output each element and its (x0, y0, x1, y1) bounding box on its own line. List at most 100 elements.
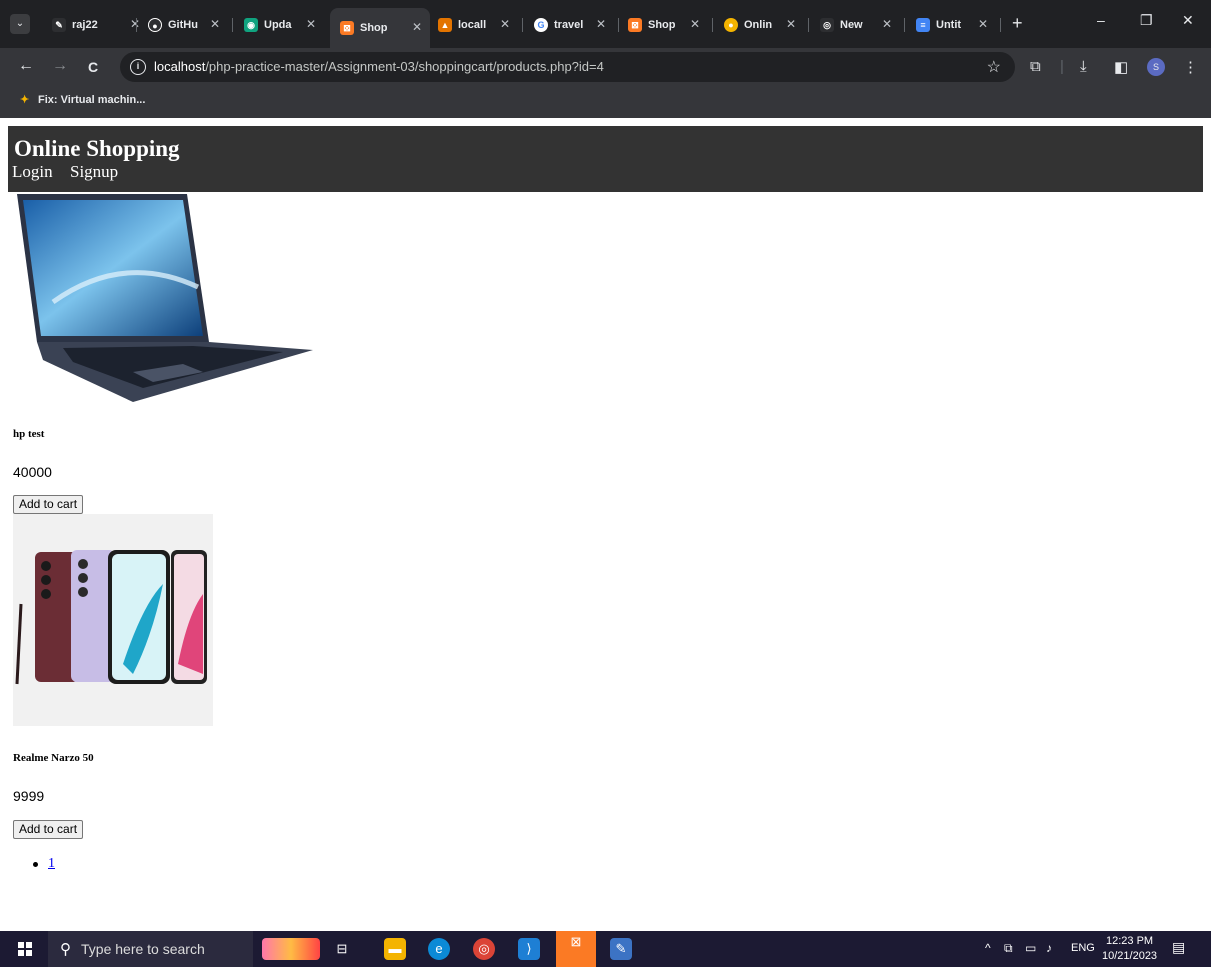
login-link[interactable]: Login (12, 162, 53, 182)
product-image-phones (13, 514, 213, 726)
bookmark-star-icon[interactable]: ☆ (987, 57, 1001, 77)
site-title: Online Shopping (14, 136, 180, 161)
back-icon[interactable]: ← (18, 57, 34, 75)
clock-date: 10/21/2023 (1102, 950, 1158, 962)
tray-chevron-icon[interactable]: ^ (985, 941, 991, 955)
tab-title: Shop (360, 22, 388, 34)
bookmarks-bar: ✦ Fix: Virtual machin... (0, 86, 1211, 118)
tab-close-icon[interactable]: ✕ (786, 17, 796, 31)
docs-favicon-icon: ≡ (916, 18, 930, 32)
tab-close-icon[interactable]: ✕ (690, 17, 700, 31)
menu-dots-icon[interactable]: ⋮ (1183, 58, 1198, 76)
forward-icon[interactable]: → (52, 57, 68, 75)
tab-close-icon[interactable]: ✕ (978, 17, 988, 31)
tab-github[interactable]: ● GitHu ✕ (148, 13, 220, 37)
tab-close-icon[interactable]: ✕ (596, 17, 606, 31)
restore-icon[interactable]: ❐ (1140, 12, 1153, 29)
online-favicon-icon: ● (724, 18, 738, 32)
search-highlight-icon[interactable] (262, 938, 320, 960)
bookmark-favicon-icon: ✦ (20, 94, 30, 106)
tab-close-icon[interactable]: ✕ (882, 17, 892, 31)
task-view-icon[interactable]: ⊟ (331, 938, 353, 960)
notification-icon[interactable]: ▤ (1172, 939, 1190, 957)
bookmark-label: Fix: Virtual machin... (38, 94, 146, 106)
tab-close-icon[interactable]: ✕ (210, 17, 220, 31)
tab-title: locall (458, 19, 487, 31)
minimize-icon[interactable]: – (1097, 12, 1105, 28)
chrome-favicon-icon: ◎ (820, 18, 834, 32)
chrome-icon[interactable]: ◎ (473, 938, 495, 960)
tab-title: GitHu (168, 19, 198, 31)
clock-time: 12:23 PM (1105, 935, 1154, 947)
tab-close-icon[interactable]: ✕ (412, 20, 422, 34)
product-price: 9999 (13, 788, 45, 804)
tab-title: Onlin (744, 19, 773, 31)
tab-untitled[interactable]: ≡ Untit ✕ (916, 13, 988, 37)
file-explorer-icon[interactable]: ▬ (384, 938, 406, 960)
bookmark-item[interactable]: ✦ Fix: Virtual machin... (20, 94, 145, 106)
tab-title: Untit (936, 19, 962, 31)
add-to-cart-button[interactable]: Add to cart (13, 820, 84, 839)
signup-link[interactable]: Signup (70, 162, 118, 182)
new-tab-button[interactable]: + (1012, 13, 1023, 34)
add-to-cart-button[interactable]: Add to cart (13, 495, 84, 514)
tab-title: Upda (264, 19, 292, 31)
network-icon[interactable]: ▭ (1025, 941, 1036, 955)
tab-title: travel (554, 19, 584, 31)
chatgpt-favicon-icon: ◉ (244, 18, 258, 32)
product-image-laptop (13, 192, 313, 402)
page-link-1[interactable]: 1 (48, 856, 55, 872)
google-favicon-icon: G (534, 18, 548, 32)
tab-title: raj22 (72, 19, 98, 31)
extensions-icon[interactable]: ⧉ (1030, 58, 1041, 75)
taskbar-clock[interactable]: 12:23 PM 10/21/2023 (1102, 934, 1157, 964)
windows-start-icon[interactable] (18, 942, 32, 956)
github-favicon-icon: ● (148, 18, 162, 32)
close-window-icon[interactable]: ✕ (1182, 12, 1194, 29)
tab-close-icon[interactable]: ✕ (130, 17, 140, 31)
xampp-favicon-icon: ⊠ (340, 21, 354, 35)
side-panel-icon[interactable]: ◧ (1114, 58, 1128, 76)
tab-shopping-2[interactable]: ⊠ Shop ✕ (628, 13, 700, 37)
page-viewport: Online Shopping Login Signup hp test 400… (0, 118, 1211, 931)
site-header: Online Shopping Login Signup (8, 126, 1203, 192)
site-info-icon[interactable]: i (130, 59, 146, 75)
tab-online[interactable]: ● Onlin ✕ (724, 13, 796, 37)
xampp-favicon-icon: ⊠ (628, 18, 642, 32)
edge-icon[interactable]: e (428, 938, 450, 960)
pen-app-icon[interactable]: ✎ (610, 938, 632, 960)
vscode-icon[interactable]: ⟩ (518, 938, 540, 960)
pagination: 1 (33, 856, 55, 872)
reload-icon[interactable]: C (88, 59, 98, 75)
tab-search-button[interactable]: ⌄ (10, 14, 30, 34)
phpmyadmin-favicon-icon: ▲ (438, 18, 452, 32)
product-price: 40000 (13, 464, 52, 480)
download-icon[interactable]: ⤓ (1080, 58, 1087, 75)
toolbar-divider: | (1060, 58, 1064, 75)
tab-shopping-active[interactable]: ⊠ Shop ✕ (330, 8, 430, 48)
tab-update[interactable]: ◉ Upda ✕ (244, 13, 316, 37)
tab-close-icon[interactable]: ✕ (500, 17, 510, 31)
volume-icon[interactable]: ♪ (1046, 941, 1052, 955)
address-bar[interactable]: i localhost/php-practice-master/Assignme… (120, 52, 1015, 82)
edit-favicon-icon: ✎ (52, 18, 66, 32)
tab-new[interactable]: ◎ New ✕ (820, 13, 892, 37)
windows-taskbar: ⚲ Type here to search ⊟ ▬ e ◎ ⟩ ⊠ ✎ ^ ⧉ … (0, 931, 1211, 967)
tab-title: New (840, 19, 863, 31)
browser-tab-bar: ⌄ ✎ raj22 ✕ ● GitHu ✕ ◉ Upda ✕ ⊠ Shop ✕ … (0, 0, 1211, 48)
profile-avatar[interactable]: S (1147, 58, 1165, 76)
tab-raj22[interactable]: ✎ raj22 ✕ (52, 13, 140, 37)
meet-now-icon[interactable]: ⧉ (1004, 941, 1013, 956)
product-name: Realme Narzo 50 (13, 752, 94, 764)
tab-travel[interactable]: G travel ✕ (534, 13, 606, 37)
tab-close-icon[interactable]: ✕ (306, 17, 316, 31)
search-icon: ⚲ (60, 941, 71, 958)
list-bullet (33, 861, 38, 867)
browser-toolbar: ← → C i localhost/php-practice-master/As… (0, 48, 1211, 86)
language-indicator[interactable]: ENG (1071, 942, 1095, 954)
xampp-icon[interactable]: ⊠ (556, 931, 596, 967)
url-text[interactable]: localhost/php-practice-master/Assignment… (154, 59, 604, 74)
tab-title: Shop (648, 19, 676, 31)
tab-localhost[interactable]: ▲ locall ✕ (438, 13, 510, 37)
taskbar-search[interactable]: ⚲ Type here to search (48, 931, 253, 967)
